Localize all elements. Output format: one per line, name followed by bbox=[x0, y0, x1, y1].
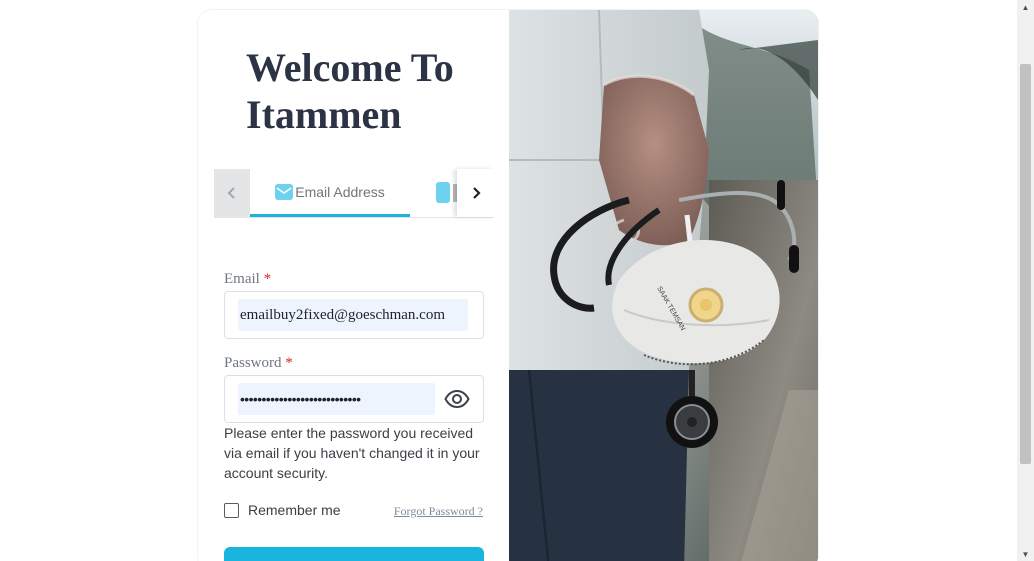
tab-email-address[interactable]: Email Address bbox=[250, 169, 410, 217]
email-field[interactable]: emailbuy2fixed@goeschman.com bbox=[224, 291, 484, 339]
remember-me-label[interactable]: Remember me bbox=[248, 502, 341, 518]
chevron-left-icon bbox=[227, 187, 235, 199]
tab-email-label: Email Address bbox=[295, 183, 385, 200]
eye-icon bbox=[444, 390, 470, 408]
password-value: •••••••••••••••••••••••••••• bbox=[240, 391, 361, 407]
login-card: Welcome To Itammen Email Address Email * bbox=[198, 10, 818, 561]
scroll-down-arrow-icon[interactable]: ▼ bbox=[1017, 547, 1034, 561]
chevron-right-icon bbox=[472, 187, 481, 199]
password-label-text: Password bbox=[224, 355, 282, 371]
email-label: Email * bbox=[224, 271, 271, 288]
doctor-photo: SAAK TEMSAN bbox=[509, 10, 818, 561]
login-panel: Welcome To Itammen Email Address Email * bbox=[198, 10, 509, 561]
password-field[interactable]: •••••••••••••••••••••••••••• bbox=[224, 375, 484, 423]
password-help-text: Please enter the password you received v… bbox=[224, 425, 480, 481]
required-mark: * bbox=[263, 271, 272, 287]
scroll-thumb[interactable] bbox=[1020, 64, 1031, 464]
password-label: Password * bbox=[224, 355, 293, 372]
password-autofill: •••••••••••••••••••••••••••• bbox=[238, 383, 435, 415]
remember-me: Remember me bbox=[224, 502, 341, 518]
required-mark: * bbox=[285, 355, 293, 371]
show-password-button[interactable] bbox=[444, 387, 470, 411]
phone-icon[interactable] bbox=[436, 182, 450, 203]
email-autofill: emailbuy2fixed@goeschman.com bbox=[238, 299, 468, 331]
hero-photo: SAAK TEMSAN bbox=[509, 10, 818, 561]
page-scrollbar[interactable]: ▲ ▼ bbox=[1017, 0, 1034, 561]
forgot-password-link[interactable]: Forgot Password ? bbox=[387, 504, 483, 519]
page-title: Welcome To Itammen bbox=[246, 45, 454, 137]
envelope-icon bbox=[275, 183, 294, 200]
login-method-tabs: Email Address bbox=[214, 169, 494, 218]
email-label-text: Email bbox=[224, 271, 260, 287]
tab-scroll-left-button[interactable] bbox=[214, 169, 250, 217]
tab-scroll-right-button[interactable] bbox=[457, 169, 494, 217]
email-value: emailbuy2fixed@goeschman.com bbox=[240, 306, 446, 323]
remember-me-checkbox[interactable] bbox=[224, 502, 239, 518]
scroll-up-arrow-icon[interactable]: ▲ bbox=[1017, 0, 1034, 14]
login-button[interactable] bbox=[224, 547, 484, 561]
